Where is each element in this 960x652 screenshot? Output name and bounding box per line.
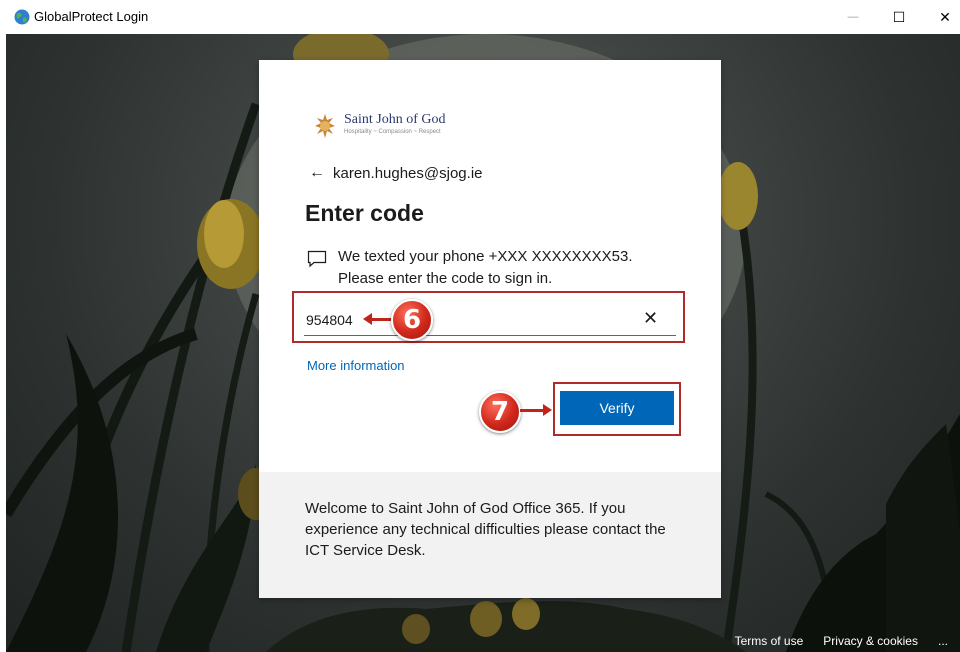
page-footer-links: Terms of use Privacy & cookies ... [735,634,948,648]
annotation-arrow-6 [363,313,393,325]
signin-card-main: Saint John of God Hospitality ~ Compassi… [259,60,721,472]
minimize-button[interactable]: — [830,0,876,34]
globe-icon [14,9,30,25]
verify-button[interactable]: Verify [560,391,674,425]
annotation-arrow-7 [520,404,552,416]
close-button[interactable]: ✕ [922,0,960,34]
clear-icon[interactable]: ✕ [643,308,658,329]
more-information-link[interactable]: More information [307,358,405,373]
maximize-icon: ☐ [892,8,906,25]
account-email: karen.hughes@sjog.ie [333,164,483,182]
back-arrow-icon[interactable]: ← [309,164,325,182]
welcome-message: Welcome to Saint John of God Office 365.… [305,500,666,559]
logo-crest-icon [315,114,335,138]
maximize-button[interactable]: ☐ [876,0,922,34]
code-input[interactable] [304,305,676,336]
page-title: Enter code [305,200,424,226]
message-icon [307,250,327,268]
logo-name: Saint John of God [344,112,446,127]
globalprotect-login-window: GlobalProtect Login — ☐ ✕ Terms of use P… [0,0,960,652]
window-title: GlobalProtect Login [34,9,149,24]
signin-card-footer: Welcome to Saint John of God Office 365.… [259,472,721,598]
privacy-cookies-link[interactable]: Privacy & cookies [823,634,918,648]
minimize-icon: — [847,11,859,23]
organization-logo: Saint John of God Hospitality ~ Compassi… [311,110,551,142]
close-icon: ✕ [939,8,951,25]
title-bar: GlobalProtect Login — ☐ ✕ [0,0,960,34]
step-7-badge: 7 [479,391,521,433]
step-6-badge: 6 [391,299,433,341]
more-options-link[interactable]: ... [938,634,948,648]
account-row: ← karen.hughes@sjog.ie [309,164,483,182]
signin-card: Saint John of God Hospitality ~ Compassi… [259,60,721,598]
sms-message: We texted your phone +XXX XXXXXXXX53. Pl… [338,248,633,287]
terms-of-use-link[interactable]: Terms of use [735,634,804,648]
logo-tagline: Hospitality ~ Compassion ~ Respect [344,129,441,135]
